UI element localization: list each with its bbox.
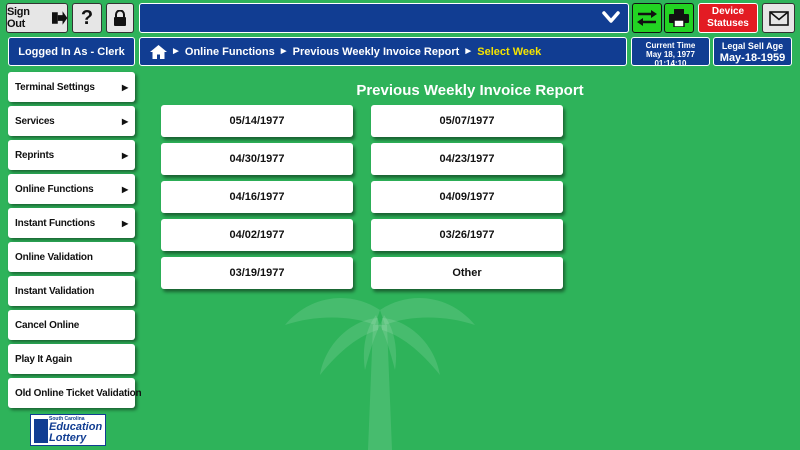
game-selector-dropdown[interactable] <box>139 3 629 33</box>
legal-sell-age-value: May-18-1959 <box>719 52 786 64</box>
sidebar-item-label: Reprints <box>15 149 54 161</box>
logged-in-user: Logged In As - Clerk <box>8 37 135 66</box>
breadcrumb-online-functions[interactable]: Online Functions <box>185 46 275 58</box>
sidebar-item-reprints[interactable]: Reprints ▶ <box>8 140 135 170</box>
palm-tree-watermark <box>285 298 475 450</box>
printer-icon <box>669 9 689 27</box>
sidebar-item-play-it-again[interactable]: Play It Again <box>8 344 135 374</box>
chevron-right-icon: ► <box>171 46 181 57</box>
lottery-logo: South Carolina Education Lottery <box>30 414 106 446</box>
envelope-icon <box>768 10 789 26</box>
sidebar-item-online-validation[interactable]: Online Validation <box>8 242 135 272</box>
week-button[interactable]: 04/23/1977 <box>371 143 563 175</box>
sidebar-item-instant-validation[interactable]: Instant Validation <box>8 276 135 306</box>
sidebar-item-label: Terminal Settings <box>15 81 95 93</box>
exit-arrow-icon <box>51 11 67 25</box>
sidebar-item-label: Instant Validation <box>15 285 95 297</box>
page-title: Previous Weekly Invoice Report <box>356 82 584 99</box>
logo-line3: Lottery <box>49 432 87 444</box>
sidebar-menu: Terminal Settings ▶ Services ▶ Reprints … <box>8 72 142 412</box>
lock-icon <box>114 10 126 26</box>
week-button[interactable]: 04/30/1977 <box>161 143 353 175</box>
week-button[interactable]: 05/14/1977 <box>161 105 353 137</box>
caret-right-icon: ▶ <box>122 82 128 92</box>
breadcrumb-previous-weekly-invoice-report[interactable]: Previous Weekly Invoice Report <box>293 46 460 58</box>
device-statuses-button[interactable]: Device Statuses <box>698 3 758 33</box>
help-button[interactable]: ? <box>72 3 102 33</box>
sidebar-item-label: Online Functions <box>15 183 94 195</box>
device-statuses-label-line1: Device <box>711 6 745 17</box>
lock-button[interactable] <box>106 3 134 33</box>
chevron-down-icon <box>602 11 620 23</box>
home-icon[interactable] <box>150 44 167 59</box>
sidebar-item-services[interactable]: Services ▶ <box>8 106 135 136</box>
question-mark-icon: ? <box>80 6 94 29</box>
current-time-box: Current Time May 18, 1977 01:14:10 <box>631 37 710 68</box>
other-week-button[interactable]: Other <box>371 257 563 289</box>
sign-out-button[interactable]: Sign Out <box>6 3 68 33</box>
messages-button[interactable] <box>762 3 795 33</box>
sidebar-item-label: Instant Functions <box>15 217 95 229</box>
current-time-clock: 01:14:10 <box>654 59 687 68</box>
sidebar-item-instant-functions[interactable]: Instant Functions ▶ <box>8 208 135 238</box>
sidebar-item-online-functions[interactable]: Online Functions ▶ <box>8 174 135 204</box>
week-button[interactable]: 05/07/1977 <box>371 105 563 137</box>
chevron-right-icon: ► <box>278 46 289 57</box>
week-button[interactable]: 03/19/1977 <box>161 257 353 289</box>
sidebar-item-terminal-settings[interactable]: Terminal Settings ▶ <box>8 72 135 102</box>
current-time-date: May 18, 1977 <box>646 50 695 59</box>
sidebar-item-old-online-ticket-validation[interactable]: Old Online Ticket Validation <box>8 378 142 408</box>
sidebar-item-label: Old Online Ticket Validation <box>15 387 142 399</box>
printer-button[interactable] <box>664 3 694 33</box>
week-button[interactable]: 04/09/1977 <box>371 181 563 213</box>
breadcrumb-current: Select Week <box>477 45 542 58</box>
sidebar-item-label: Play It Again <box>15 353 73 365</box>
logo-wordmark: Education Lottery <box>49 422 102 444</box>
sidebar-item-cancel-online[interactable]: Cancel Online <box>8 310 135 340</box>
week-button[interactable]: 04/02/1977 <box>161 219 353 251</box>
chevron-right-icon: ► <box>463 46 474 57</box>
caret-right-icon: ▶ <box>122 116 128 126</box>
week-button[interactable]: 04/16/1977 <box>161 181 353 213</box>
current-time-label: Current Time <box>645 41 696 50</box>
legal-sell-age-label: Legal Sell Age <box>721 41 784 51</box>
logged-in-label: Logged In As - Clerk <box>18 45 125 58</box>
swap-button[interactable] <box>632 3 662 33</box>
caret-right-icon: ▶ <box>122 184 128 194</box>
legal-sell-age-box: Legal Sell Age May-18-1959 <box>713 37 792 66</box>
swap-arrows-icon <box>637 10 657 26</box>
logo-mark-icon <box>34 419 48 443</box>
caret-right-icon: ▶ <box>122 218 128 228</box>
sign-out-label: Sign Out <box>7 6 30 30</box>
week-button[interactable]: 03/26/1977 <box>371 219 563 251</box>
breadcrumb: ► Online Functions ► Previous Weekly Inv… <box>139 37 627 66</box>
sidebar-item-label: Online Validation <box>15 251 93 263</box>
caret-right-icon: ▶ <box>122 150 128 160</box>
sidebar-item-label: Cancel Online <box>15 319 80 331</box>
sidebar-item-label: Services <box>15 115 55 127</box>
device-statuses-label-line2: Statuses <box>707 18 749 29</box>
